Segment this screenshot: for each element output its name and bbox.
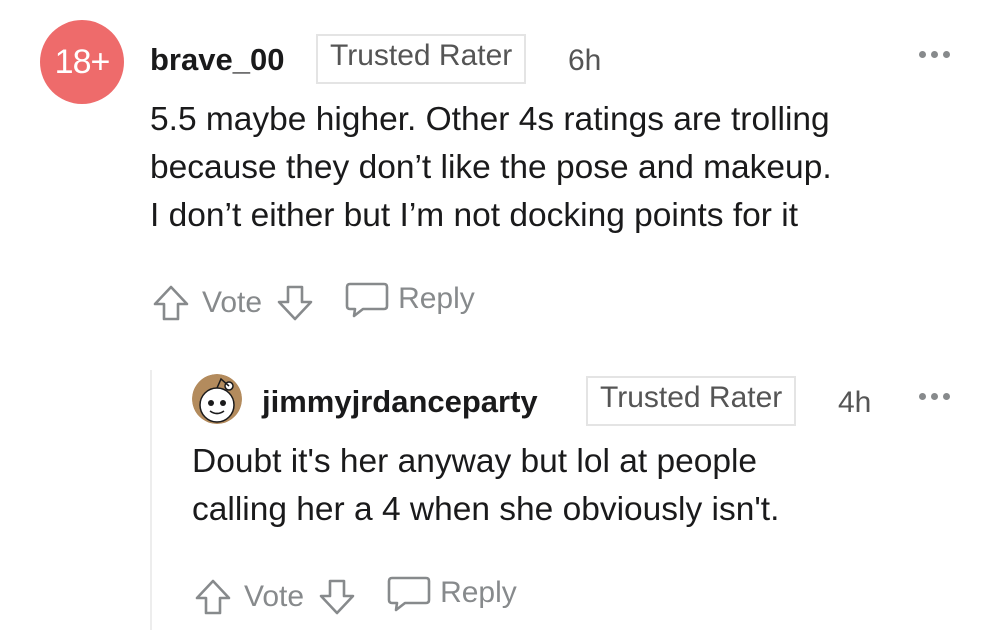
more-options-icon[interactable] — [919, 51, 950, 58]
comment-username[interactable]: brave_00 — [150, 42, 284, 78]
user-flair: Trusted Rater — [586, 376, 797, 426]
thread-line[interactable] — [150, 370, 152, 630]
reply-bubble-icon — [344, 278, 390, 320]
upvote-icon[interactable] — [192, 576, 234, 618]
downvote-icon[interactable] — [274, 282, 316, 324]
reply-bubble-icon — [386, 572, 432, 614]
comment-body-line: 5.5 maybe higher. Other 4s ratings are t… — [150, 101, 830, 138]
reply-button[interactable]: Reply — [344, 278, 475, 328]
more-options-icon[interactable] — [919, 393, 950, 400]
comment-body: Doubt it's her anyway but lol at people … — [192, 438, 779, 534]
vote-label: Vote — [202, 286, 263, 319]
comment-body-line: because they don’t like the pose and mak… — [150, 149, 832, 186]
comment-actions: Vote Reply — [192, 572, 517, 622]
snoo-avatar-icon[interactable] — [192, 374, 242, 424]
comment-timestamp: 6h — [568, 44, 602, 77]
upvote-icon[interactable] — [150, 282, 192, 324]
comment-actions: Vote Reply — [150, 278, 475, 328]
vote-label: Vote — [244, 580, 305, 613]
user-flair: Trusted Rater — [316, 34, 527, 84]
reply-label: Reply — [398, 282, 475, 315]
comment-timestamp: 4h — [838, 386, 872, 419]
comment-body-line: calling her a 4 when she obviously isn't… — [192, 491, 780, 528]
comment-body: 5.5 maybe higher. Other 4s ratings are t… — [150, 96, 832, 240]
reply-button[interactable]: Reply — [386, 572, 517, 622]
comment-username[interactable]: jimmyjrdanceparty — [262, 384, 538, 420]
comment-body-line: Doubt it's her anyway but lol at people — [192, 443, 758, 480]
downvote-icon[interactable] — [316, 576, 358, 618]
avatar-nsfw-badge[interactable]: 18+ — [40, 20, 124, 104]
comment-body-line: I don’t either but I’m not docking point… — [150, 197, 799, 234]
reply-label: Reply — [440, 576, 517, 609]
